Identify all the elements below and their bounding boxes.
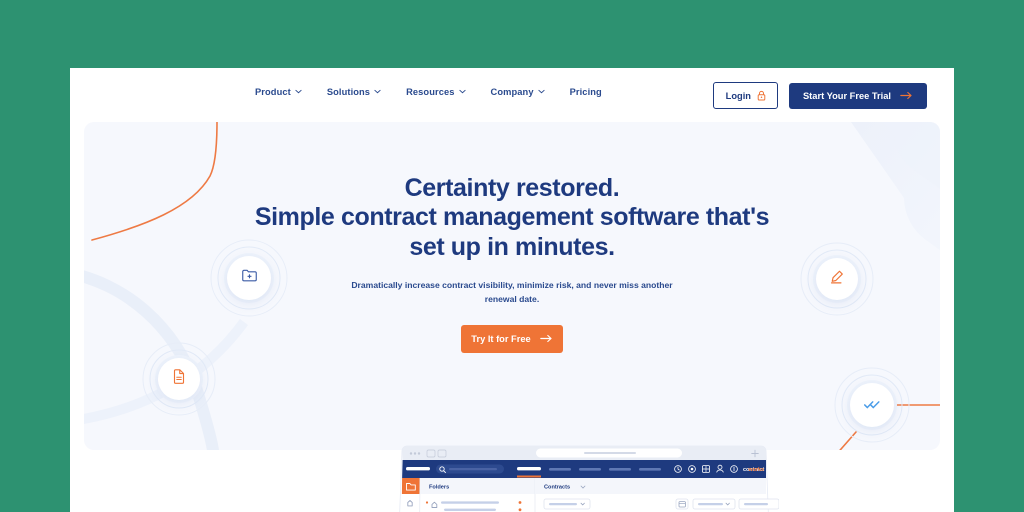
calendar-button: [675, 498, 689, 510]
dropdown-label-bar: [744, 503, 768, 506]
badge-disc: [158, 358, 200, 400]
chevron-down-icon: [537, 88, 545, 95]
headline-line-2: Simple contract management software that…: [254, 203, 770, 232]
chevron-down-icon: [458, 88, 466, 95]
nav-item-label: Pricing: [569, 87, 602, 97]
badge-approved: [834, 367, 910, 443]
main-navigation: Product Solutions Resources Company Pric…: [255, 87, 602, 97]
app-brand-accent: works: [747, 467, 764, 473]
login-button-label: Login: [725, 90, 751, 101]
page-sheet: Product Solutions Resources Company Pric…: [70, 68, 954, 512]
site-header: Product Solutions Resources Company Pric…: [70, 68, 954, 122]
nav-item-product[interactable]: Product: [255, 87, 302, 97]
app-nav-item: [579, 468, 601, 471]
app-screenshot-mockup: contract works Folders Contracts: [389, 442, 779, 512]
lock-icon: [757, 90, 766, 101]
tree-bullet: [425, 501, 429, 504]
chevron-down-icon: [374, 88, 381, 95]
tree-row-bar: [441, 501, 499, 504]
app-nav-item: [609, 468, 631, 471]
gear-icon: [690, 467, 694, 471]
window-dot: [417, 452, 421, 455]
nav-item-solutions[interactable]: Solutions: [327, 87, 381, 97]
nav-item-label: Resources: [406, 87, 455, 97]
browser-url-placeholder: [584, 452, 636, 454]
double-check-icon: [864, 396, 880, 414]
nav-item-pricing[interactable]: Pricing: [570, 87, 602, 97]
badge-disc: [850, 383, 894, 427]
dropdown-label-bar: [698, 503, 723, 506]
dropdown-label-bar: [549, 503, 577, 506]
badge-sign: [800, 242, 874, 316]
tree-row-bar: [444, 508, 496, 511]
app-top-bar: contract works: [402, 460, 766, 478]
document-icon: [173, 369, 185, 389]
app-nav-item-active: [517, 467, 541, 471]
badge-document: [142, 342, 216, 416]
sidebar-folder-tab: [401, 478, 420, 494]
nav-item-label: Company: [490, 87, 534, 97]
tree-status-dot: [518, 501, 522, 504]
hero-content: Certainty restored. Simple contract mana…: [84, 122, 940, 353]
header-actions: Login Start Your Free Trial: [712, 82, 927, 109]
app-nav-item: [639, 468, 661, 471]
chevron-down-icon: [295, 88, 302, 95]
badge-disc: [816, 258, 858, 300]
nav-item-company[interactable]: Company: [491, 87, 545, 97]
nav-item-label: Solutions: [326, 87, 371, 97]
folder-add-icon: [241, 269, 257, 287]
badge-disc: [227, 256, 271, 300]
folders-panel-title: Folders: [429, 485, 449, 491]
badge-folder-add: [210, 239, 288, 317]
app-nav-active-underline: [517, 475, 541, 478]
start-free-trial-button[interactable]: Start Your Free Trial: [788, 82, 927, 109]
window-dot: [413, 452, 417, 455]
app-logo-bar: [406, 467, 430, 471]
trial-button-label: Start Your Free Trial: [802, 90, 891, 101]
contracts-panel-title: Contracts: [544, 485, 570, 491]
window-dot: [409, 452, 413, 455]
nav-item-label: Product: [255, 87, 291, 97]
hero-section: Certainty restored. Simple contract mana…: [84, 122, 940, 450]
nav-item-resources[interactable]: Resources: [406, 87, 466, 97]
headline-line-1: Certainty restored.: [404, 174, 620, 202]
arrow-right-icon: [539, 334, 553, 343]
arrow-right-icon: [900, 91, 913, 100]
try-it-for-free-button[interactable]: Try It for Free: [461, 324, 563, 353]
tree-status-dot: [518, 508, 522, 512]
hero-subheadline: Dramatically increase contract visibilit…: [351, 280, 673, 305]
cta-button-label: Try It for Free: [471, 333, 531, 344]
app-nav-item: [549, 468, 571, 471]
headline-line-3: set up in minutes.: [409, 232, 615, 261]
login-button[interactable]: Login: [712, 82, 778, 109]
app-search-placeholder: [449, 468, 497, 471]
pencil-sign-icon: [830, 270, 844, 289]
